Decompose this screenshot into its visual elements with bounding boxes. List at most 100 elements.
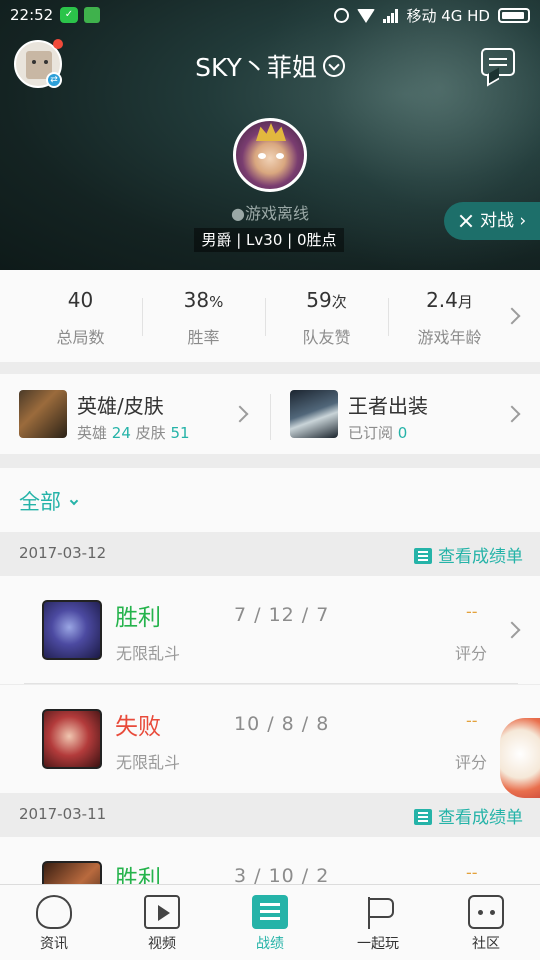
nav-tab-news[interactable]: 资讯 bbox=[0, 885, 108, 960]
heroes-skins-counts: 英雄 24 皮肤 51 bbox=[77, 422, 190, 443]
signal-icon bbox=[383, 8, 399, 23]
subscribed-label: 已订阅 bbox=[348, 424, 394, 442]
wifi-icon bbox=[357, 8, 376, 23]
app-notification-icon bbox=[84, 7, 100, 23]
stat-unit: % bbox=[209, 293, 224, 311]
divider bbox=[24, 683, 518, 684]
username-switcher[interactable]: SKY丶菲姐 bbox=[0, 48, 540, 84]
stat-teammate-likes: 59次 队友赞 bbox=[265, 288, 388, 348]
stat-value: 38 bbox=[183, 288, 210, 312]
divider bbox=[270, 394, 271, 440]
section-gap bbox=[0, 362, 540, 374]
list-icon bbox=[414, 809, 432, 825]
avatar-eye bbox=[276, 153, 284, 159]
match-mode: 无限乱斗 bbox=[116, 753, 181, 772]
heroes-skins-link[interactable]: 英雄/皮肤 bbox=[77, 390, 164, 419]
match-row[interactable]: 失败 无限乱斗 10 / 8 / 8 -- 评分 bbox=[0, 685, 540, 793]
stat-unit: 次 bbox=[331, 293, 347, 311]
hero-thumbnail bbox=[19, 390, 67, 438]
nav-label: 视频 bbox=[148, 936, 176, 952]
stat-value: 2.4 bbox=[426, 288, 458, 312]
stat-value: 40 bbox=[67, 288, 94, 312]
message-icon[interactable] bbox=[481, 48, 515, 76]
crossed-swords-icon bbox=[458, 213, 474, 229]
status-right: 移动 4G HD bbox=[334, 5, 530, 26]
video-icon bbox=[144, 895, 180, 929]
match-score: -- bbox=[466, 863, 478, 882]
avatar-crown bbox=[256, 123, 286, 141]
list-icon bbox=[414, 548, 432, 564]
stat-label: 队友赞 bbox=[302, 328, 351, 347]
equipment-subscribed: 已订阅 0 bbox=[348, 422, 407, 443]
profile-header: 22:52 ✓ 移动 4G HD ⇄ SKY丶菲姐 ●游戏离线 男爵 | Lv3… bbox=[0, 0, 540, 270]
nav-tab-video[interactable]: 视频 bbox=[108, 885, 216, 960]
date-header: 2017-03-12 查看成绩单 bbox=[0, 532, 540, 574]
username: SKY丶菲姐 bbox=[195, 53, 317, 82]
stat-unit: 月 bbox=[457, 293, 473, 311]
score-label: 评分 bbox=[455, 644, 488, 663]
match-result: 胜利 bbox=[115, 605, 161, 631]
nav-label: 战绩 bbox=[256, 936, 284, 952]
chevron-right-icon bbox=[503, 621, 521, 639]
hero-count: 24 bbox=[111, 424, 131, 442]
nav-label: 一起玩 bbox=[357, 936, 399, 952]
alarm-icon bbox=[334, 8, 350, 23]
collections-row: 英雄/皮肤 英雄 24 皮肤 51 王者出装 已订阅 0 bbox=[0, 374, 540, 454]
match-kda: 7 / 12 / 7 bbox=[234, 604, 330, 626]
stat-total-games: 40 总局数 bbox=[19, 288, 142, 348]
stat-label: 总局数 bbox=[56, 328, 105, 347]
nav-label: 社区 bbox=[472, 936, 500, 952]
battery-icon bbox=[498, 8, 530, 23]
match-row[interactable]: 胜利 无限乱斗 7 / 12 / 7 -- 评分 bbox=[0, 576, 540, 684]
hero-portrait bbox=[42, 709, 102, 769]
filter-label: 全部 bbox=[19, 490, 61, 514]
equipment-thumbnail bbox=[290, 390, 338, 438]
view-report-label: 查看成绩单 bbox=[438, 547, 523, 567]
stat-label: 游戏年龄 bbox=[417, 328, 482, 347]
match-date: 2017-03-11 bbox=[19, 805, 107, 823]
skin-label: 皮肤 bbox=[135, 424, 166, 442]
battle-button[interactable]: 对战 › bbox=[444, 202, 540, 240]
skin-count: 51 bbox=[170, 424, 190, 442]
avatar-eye bbox=[258, 153, 266, 159]
stat-value: 59 bbox=[306, 288, 332, 312]
chat-icon bbox=[468, 895, 504, 929]
chevron-right-icon bbox=[231, 405, 249, 423]
flag-icon bbox=[360, 895, 396, 929]
chevron-down-icon bbox=[322, 55, 345, 77]
rank-info: 男爵 | Lv30 | 0胜点 bbox=[194, 228, 344, 252]
nav-label: 资讯 bbox=[40, 936, 68, 952]
section-gap bbox=[0, 454, 540, 468]
subscribed-count: 0 bbox=[397, 424, 408, 442]
battle-button-label: 对战 bbox=[480, 211, 514, 231]
carrier-label: 移动 4G HD bbox=[406, 7, 490, 25]
match-score: -- bbox=[466, 602, 478, 621]
match-kda: 10 / 8 / 8 bbox=[234, 713, 330, 735]
score-label: 评分 bbox=[455, 753, 488, 772]
view-report-link[interactable]: 查看成绩单 bbox=[414, 542, 523, 567]
mode-filter[interactable]: 全部 bbox=[0, 468, 540, 532]
date-header: 2017-03-11 查看成绩单 bbox=[0, 793, 540, 835]
hero-portrait bbox=[42, 600, 102, 660]
hero-label: 英雄 bbox=[77, 424, 108, 442]
match-result: 失败 bbox=[115, 714, 161, 740]
match-date: 2017-03-12 bbox=[19, 544, 107, 562]
equipment-link[interactable]: 王者出装 bbox=[348, 390, 428, 419]
floating-assistant-icon[interactable] bbox=[500, 718, 540, 798]
nav-tab-stats[interactable]: 战绩 bbox=[216, 885, 324, 960]
bottom-navigation: 资讯 视频 战绩 一起玩 社区 bbox=[0, 884, 540, 960]
game-avatar bbox=[233, 118, 307, 192]
wechat-notification-icon: ✓ bbox=[60, 7, 78, 23]
stat-game-age: 2.4月 游戏年龄 bbox=[388, 288, 511, 348]
view-report-link[interactable]: 查看成绩单 bbox=[414, 803, 523, 828]
match-score: -- bbox=[466, 711, 478, 730]
stat-label: 胜率 bbox=[187, 328, 220, 347]
stats-panel[interactable]: 40 总局数 38% 胜率 59次 队友赞 2.4月 游戏年龄 bbox=[0, 270, 540, 362]
news-icon bbox=[36, 895, 72, 929]
stats-icon bbox=[252, 895, 288, 929]
status-time: 22:52 bbox=[10, 6, 54, 24]
view-report-label: 查看成绩单 bbox=[438, 808, 523, 828]
nav-tab-community[interactable]: 社区 bbox=[432, 885, 540, 960]
chevron-right-icon bbox=[503, 405, 521, 423]
nav-tab-play-together[interactable]: 一起玩 bbox=[324, 885, 432, 960]
